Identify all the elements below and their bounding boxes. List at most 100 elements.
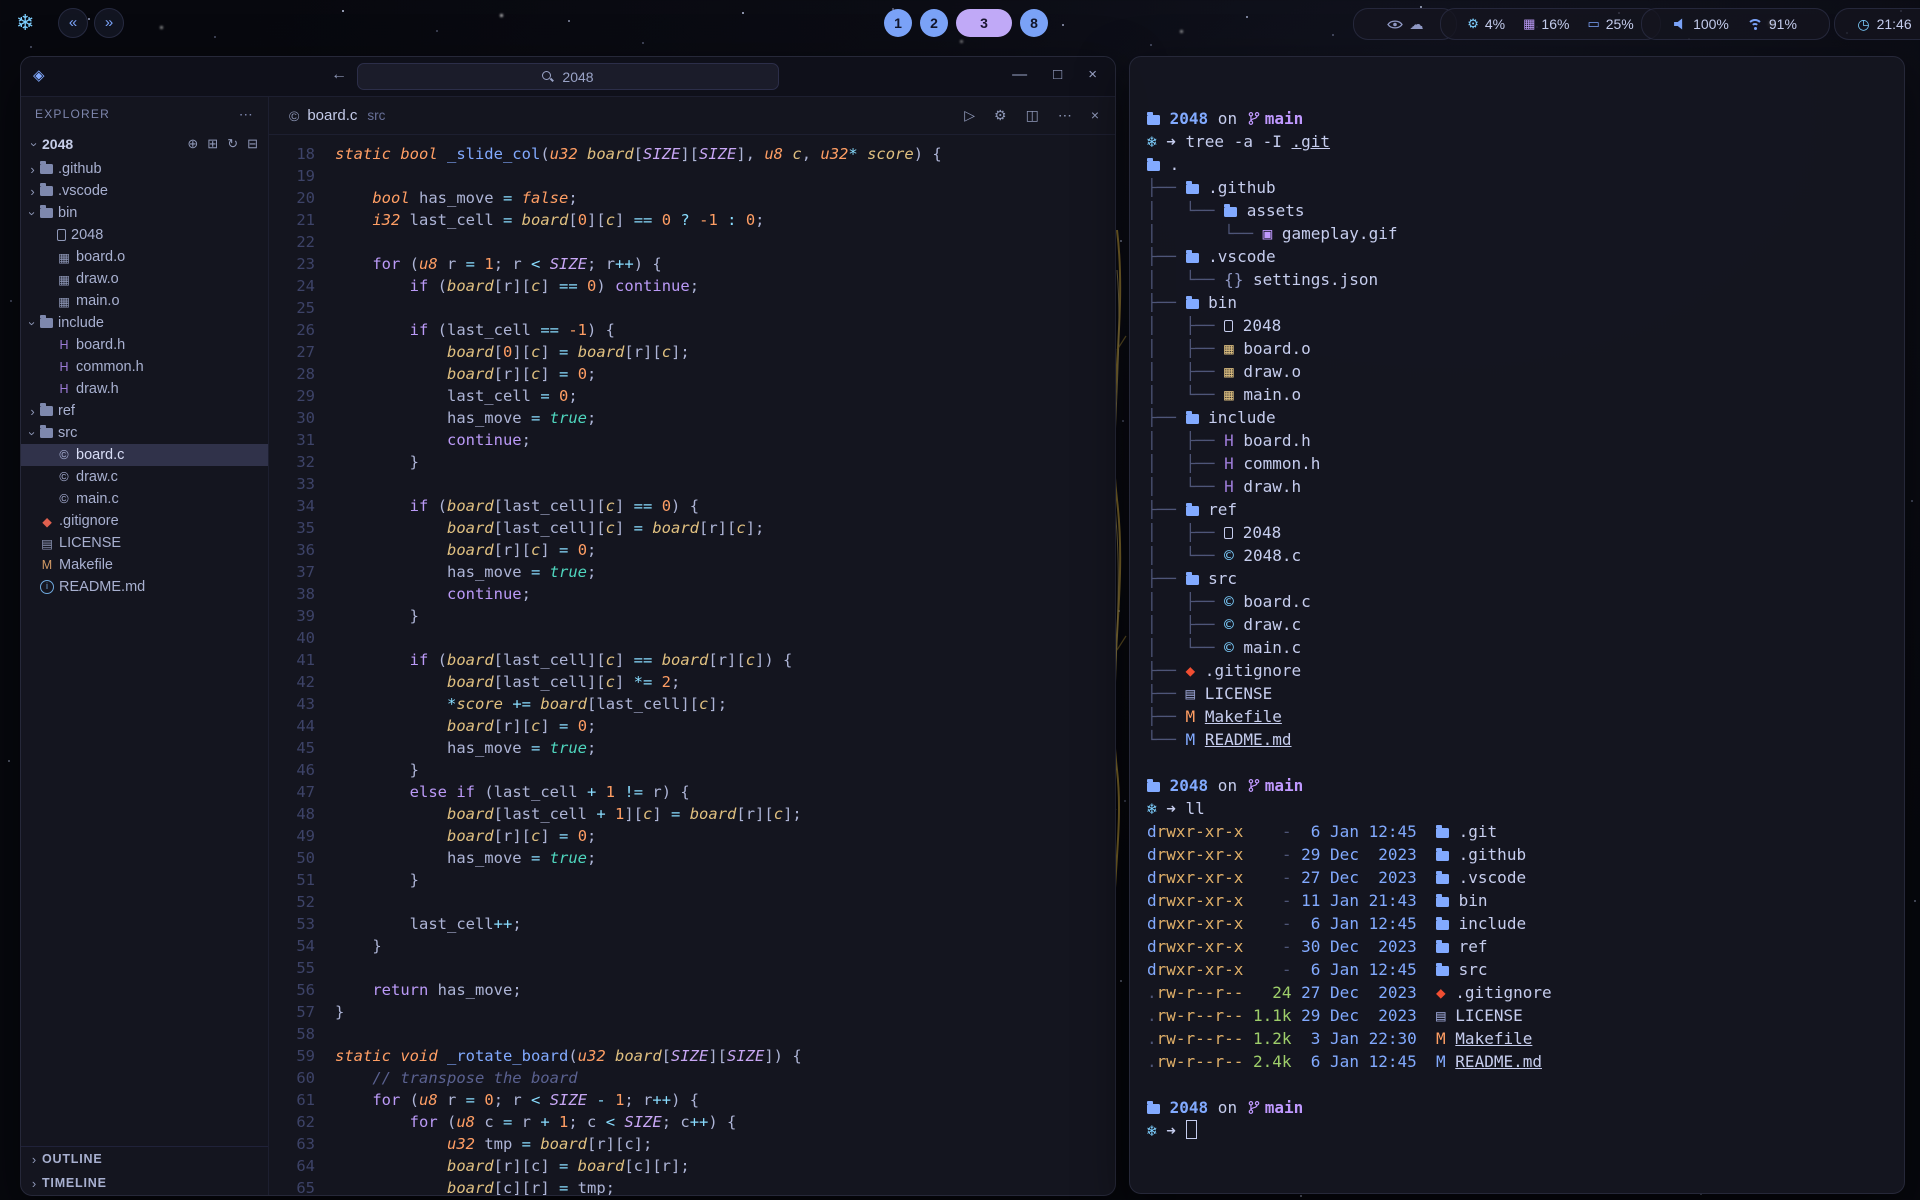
code-line: 55 [269, 957, 1115, 979]
explorer-item-.gitignore[interactable]: ›◆.gitignore [21, 510, 268, 532]
terminal-line: drwxr-xr-x - 27 Dec 2023 .vscode [1147, 866, 1904, 889]
file-type-icon: ▦ [57, 250, 71, 265]
new-file-icon[interactable]: ⊕ [187, 136, 198, 152]
line-number: 54 [269, 935, 335, 957]
code-line: 36 board[r][c] = 0; [269, 539, 1115, 561]
minimize-button[interactable]: — [1012, 66, 1027, 83]
explorer-item-board.o[interactable]: ›▦board.o [21, 246, 268, 268]
explorer-item-board.c[interactable]: ›©board.c [21, 444, 268, 466]
explorer-item-include[interactable]: ›include [21, 312, 268, 334]
chevron-down-icon: › [25, 316, 40, 331]
explorer-item-LICENSE[interactable]: ›▤LICENSE [21, 532, 268, 554]
code-text: for (u8 r = 0; r < SIZE - 1; r++) { [335, 1089, 699, 1111]
line-number: 34 [269, 495, 335, 517]
code-line: 35 board[last_cell][c] = board[r][c]; [269, 517, 1115, 539]
more-actions-icon[interactable]: ⋯ [1058, 107, 1072, 124]
terminal-line: .rw-r--r-- 24 27 Dec 2023 ◆ .gitignore [1147, 981, 1904, 1004]
collapse-all-icon[interactable]: ⊟ [247, 136, 258, 152]
line-number: 62 [269, 1111, 335, 1133]
nav-back-button[interactable]: ← [331, 66, 347, 84]
media-prev-button[interactable]: « [58, 8, 88, 38]
run-button[interactable]: ▷ [964, 107, 975, 124]
line-number: 63 [269, 1133, 335, 1155]
explorer-item-main.c[interactable]: ›©main.c [21, 488, 268, 510]
explorer-item-draw.o[interactable]: ›▦draw.o [21, 268, 268, 290]
file-icon [1224, 527, 1233, 539]
explorer-item-label: Makefile [59, 557, 113, 573]
explorer-item-board.h[interactable]: ›Hboard.h [21, 334, 268, 356]
outline-section[interactable]: › OUTLINE [21, 1147, 268, 1171]
code-line: 61 for (u8 r = 0; r < SIZE - 1; r++) { [269, 1089, 1115, 1111]
editor-titlebar[interactable]: ◈ ← → 2048 — □ × [21, 57, 1115, 97]
active-tab[interactable]: board.c [307, 107, 357, 124]
line-number: 28 [269, 363, 335, 385]
line-number: 55 [269, 957, 335, 979]
timeline-section[interactable]: › TIMELINE [21, 1171, 268, 1195]
maximize-button[interactable]: □ [1053, 66, 1062, 83]
code-text: has_move = true; [335, 737, 596, 759]
terminal-window[interactable]: 2048 on main❄ ➜ tree -a -I .git .├── .gi… [1129, 56, 1905, 1194]
explorer-item-draw.h[interactable]: ›Hdraw.h [21, 378, 268, 400]
line-number: 39 [269, 605, 335, 627]
file-type-icon: ▤ [1186, 684, 1196, 703]
memory-icon: ▦ [1523, 16, 1535, 32]
split-editor-icon[interactable]: ◫ [1026, 107, 1039, 124]
terminal-line: 2048 on main [1147, 1096, 1904, 1119]
new-folder-icon[interactable]: ⊞ [207, 136, 218, 152]
media-next-button[interactable]: » [94, 8, 124, 38]
workspace-3-active[interactable]: 3 [956, 9, 1012, 37]
terminal-output: 2048 on main❄ ➜ tree -a -I .git .├── .gi… [1147, 107, 1904, 1142]
chevron-right-icon: › [27, 1152, 42, 1167]
terminal-line: .rw-r--r-- 1.1k 29 Dec 2023 ▤ LICENSE [1147, 1004, 1904, 1027]
terminal-line: │ └── © main.c [1147, 636, 1904, 659]
explorer-item-2048[interactable]: ›2048 [21, 224, 268, 246]
close-editor-icon[interactable]: × [1091, 107, 1099, 124]
terminal-line: │ ├── H common.h [1147, 452, 1904, 475]
explorer-item-.github[interactable]: ›.github [21, 158, 268, 180]
close-button[interactable]: × [1088, 66, 1097, 83]
refresh-icon[interactable]: ↻ [227, 136, 238, 152]
launcher-icon[interactable]: ❄ [16, 10, 34, 36]
volume-level: 100% [1693, 16, 1729, 32]
code-line: 45 has_move = true; [269, 737, 1115, 759]
code-area[interactable]: 18static bool _slide_col(u32 board[SIZE]… [269, 135, 1115, 1195]
project-root[interactable]: › 2048 ⊕⊞↻⊟ [21, 131, 268, 157]
settings-icon[interactable]: ⚙ [994, 107, 1007, 124]
code-line: 37 has_move = true; [269, 561, 1115, 583]
line-number: 26 [269, 319, 335, 341]
top-bar: ❄ « » 1238 ☁ ⚙ 4% ▦ 16% ▭ 25% 100% 91% ◷… [0, 0, 1920, 47]
explorer-item-Makefile[interactable]: ›MMakefile [21, 554, 268, 576]
project-name: 2048 [42, 136, 73, 152]
folder-icon [40, 186, 53, 196]
line-number: 24 [269, 275, 335, 297]
file-type-icon: ◆ [1436, 983, 1446, 1002]
explorer-more-button[interactable]: ⋯ [239, 106, 254, 123]
explorer-item-draw.c[interactable]: ›©draw.c [21, 466, 268, 488]
code-text: if (board[last_cell][c] == 0) { [335, 495, 699, 517]
code-line: 22 [269, 231, 1115, 253]
explorer-item-common.h[interactable]: ›Hcommon.h [21, 356, 268, 378]
explorer-item-README.md[interactable]: ›iREADME.md [21, 576, 268, 598]
code-line: 30 has_move = true; [269, 407, 1115, 429]
search-value: 2048 [562, 69, 593, 85]
explorer-item-main.o[interactable]: ›▦main.o [21, 290, 268, 312]
code-text: u32 tmp = board[r][c]; [335, 1133, 652, 1155]
workspace-8[interactable]: 8 [1020, 9, 1048, 37]
terminal-line: ❄ ➜ tree -a -I .git [1147, 130, 1904, 153]
terminal-line: .rw-r--r-- 1.2k 3 Jan 22:30 M Makefile [1147, 1027, 1904, 1050]
folder-icon [1436, 828, 1449, 838]
workspace-1[interactable]: 1 [884, 9, 912, 37]
explorer-item-src[interactable]: ›src [21, 422, 268, 444]
explorer-item-.vscode[interactable]: ›.vscode [21, 180, 268, 202]
git-branch-icon [1247, 1098, 1261, 1121]
terminal-line: ├── M Makefile [1147, 705, 1904, 728]
chevron-right-icon: › [25, 404, 40, 419]
command-search-box[interactable]: 2048 [357, 63, 779, 90]
workspace-2[interactable]: 2 [920, 9, 948, 37]
clock-widget: ◷ 21:46 [1834, 8, 1920, 40]
line-number: 53 [269, 913, 335, 935]
code-text: board[last_cell + 1][c] = board[r][c]; [335, 803, 802, 825]
explorer-item-ref[interactable]: ›ref [21, 400, 268, 422]
explorer-item-bin[interactable]: ›bin [21, 202, 268, 224]
terminal-line: │ └── © 2048.c [1147, 544, 1904, 567]
